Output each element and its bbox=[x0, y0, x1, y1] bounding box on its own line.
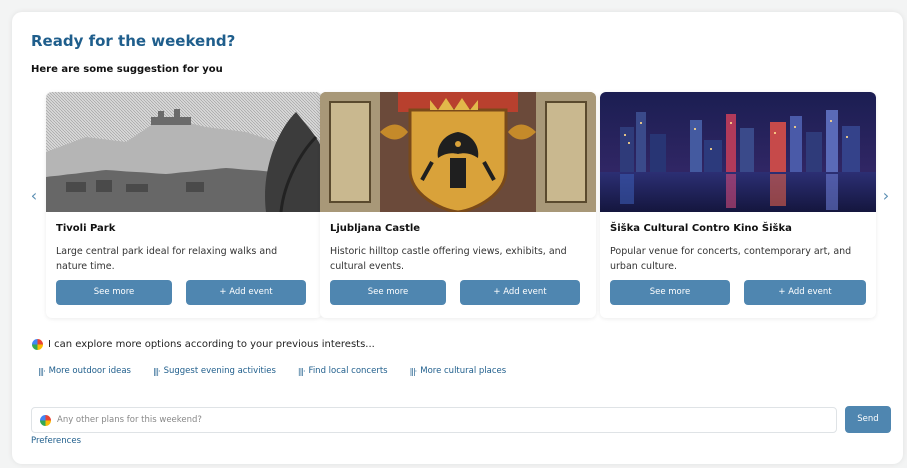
page-title: Ready for the weekend? bbox=[31, 32, 236, 50]
suggestion-card-tivoli-park: Tivoli Park Large central park ideal for… bbox=[46, 92, 322, 318]
waveform-icon: |||· bbox=[152, 366, 161, 376]
chip-label: More outdoor ideas bbox=[48, 366, 131, 376]
chip-label: More cultural places bbox=[420, 366, 507, 376]
waveform-icon: |||· bbox=[297, 366, 306, 376]
chip-label: Suggest evening activities bbox=[163, 366, 276, 376]
card-image-engraving-landscape bbox=[46, 92, 322, 212]
add-event-button[interactable]: + Add event bbox=[186, 280, 306, 305]
card-description: Large central park ideal for relaxing wa… bbox=[56, 246, 278, 272]
see-more-button[interactable]: See more bbox=[330, 280, 446, 305]
chip-more-outdoor-ideas[interactable]: |||· More outdoor ideas bbox=[38, 366, 131, 376]
assistant-message-text: I can explore more options according to … bbox=[48, 339, 375, 350]
chip-label: Find local concerts bbox=[308, 366, 388, 376]
chip-find-local-concerts[interactable]: |||· Find local concerts bbox=[298, 366, 388, 376]
chevron-right-icon[interactable]: › bbox=[880, 187, 892, 205]
card-image-city-skyline-night bbox=[600, 92, 876, 212]
suggestion-card-ljubljana-castle: Ljubljana Castle Historic hilltop castle… bbox=[320, 92, 596, 318]
chip-suggest-evening-activities[interactable]: |||· Suggest evening activities bbox=[153, 366, 276, 376]
assistant-logo-icon bbox=[32, 339, 43, 350]
chip-more-cultural-places[interactable]: |||· More cultural places bbox=[410, 366, 507, 376]
card-description: Historic hilltop castle offering views, … bbox=[330, 246, 567, 272]
suggestion-card-siska-cultural-centre: Šiška Cultural Contro Kino Šiška Popular… bbox=[600, 92, 876, 318]
card-description: Popular venue for concerts, contemporary… bbox=[610, 246, 852, 272]
message-input[interactable] bbox=[57, 415, 836, 425]
page-subtitle: Here are some suggestion for you bbox=[31, 64, 223, 75]
card-title: Šiška Cultural Contro Kino Šiška bbox=[610, 223, 792, 234]
see-more-button[interactable]: See more bbox=[56, 280, 172, 305]
waveform-icon: |||· bbox=[38, 366, 46, 376]
assistant-message: I can explore more options according to … bbox=[32, 339, 375, 350]
card-title: Tivoli Park bbox=[56, 223, 116, 234]
card-title: Ljubljana Castle bbox=[330, 223, 421, 234]
message-composer bbox=[31, 407, 837, 433]
waveform-icon: |||· bbox=[409, 366, 418, 376]
preferences-link[interactable]: Preferences bbox=[31, 436, 81, 446]
see-more-button[interactable]: See more bbox=[610, 280, 730, 305]
add-event-button[interactable]: + Add event bbox=[460, 280, 580, 305]
add-event-button[interactable]: + Add event bbox=[744, 280, 866, 305]
send-button[interactable]: Send bbox=[845, 406, 891, 433]
card-image-coat-of-arms bbox=[320, 92, 596, 212]
chevron-left-icon[interactable]: ‹ bbox=[28, 187, 40, 205]
suggestion-chips: |||· More outdoor ideas |||· Suggest eve… bbox=[38, 366, 506, 376]
assistant-logo-icon bbox=[40, 414, 51, 426]
